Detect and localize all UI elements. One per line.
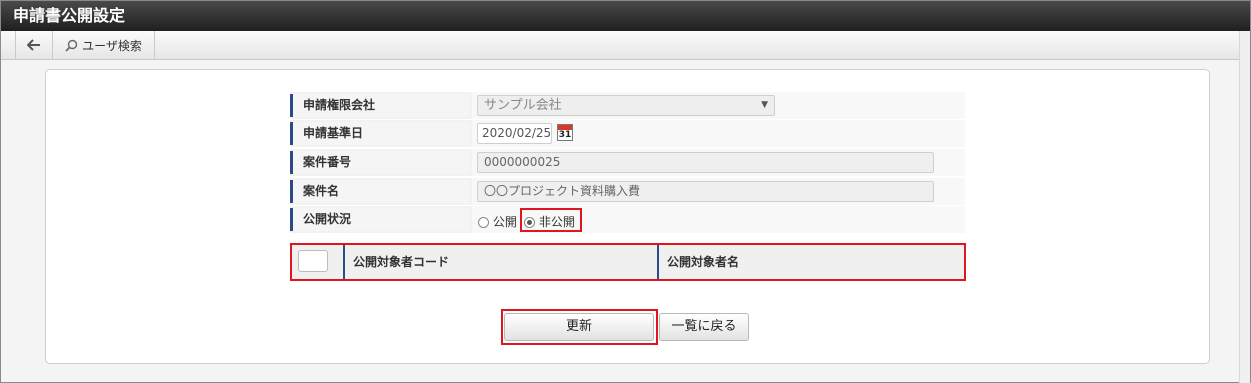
base-date-label: 申請基準日 [290,122,469,145]
vertical-scrollbar[interactable] [1239,31,1250,383]
row-visibility: 公開状況 公開 非公開 [290,206,965,233]
case-number-value-cell: 0000000025 [472,149,965,176]
base-date-input[interactable]: 2020/02/25 [477,123,552,144]
search-icon [65,39,78,52]
visibility-label: 公開状況 [290,208,469,231]
company-label: 申請権限会社 [290,94,469,117]
arrow-left-icon [27,39,40,51]
back-button[interactable] [16,31,53,59]
row-case-name: 案件名 〇〇プロジェクト資料購入費 [290,178,965,205]
case-number-label: 案件番号 [290,151,469,174]
company-value-cell: サンプル会社 ▼ [472,92,965,119]
company-select[interactable]: サンプル会社 ▼ [477,95,775,116]
case-name-value-cell: 〇〇プロジェクト資料購入費 [472,178,965,205]
row-case-number: 案件番号 0000000025 [290,149,965,176]
calendar-icon[interactable]: 31 [557,124,573,141]
radio-public-label: 公開 [492,215,517,229]
case-name-field: 〇〇プロジェクト資料購入費 [477,181,934,202]
toolbar: ユーザ検索 [1,31,1250,60]
case-number-field: 0000000025 [477,152,934,173]
window-frame: 申請書公開設定 ユーザ検索 申請権限会社 サンプル会社 ▼ 申請基準日 2020… [0,0,1251,383]
row-base-date: 申請基準日 2020/02/25 31 [290,120,965,147]
window-title: 申請書公開設定 [1,1,1250,31]
user-search-label: ユーザ検索 [82,38,142,53]
radio-public-circle[interactable] [478,217,489,228]
row-company: 申請権限会社 サンプル会社 ▼ [290,92,965,119]
highlight-private-radio [520,208,582,232]
dropdown-arrow-icon: ▼ [761,100,768,110]
user-search-button[interactable]: ユーザ検索 [53,31,155,59]
radio-public[interactable]: 公開 [478,213,517,230]
base-date-value-cell: 2020/02/25 31 [472,120,965,147]
calendar-icon-day: 31 [558,130,572,140]
case-name-label: 案件名 [290,180,469,203]
toolbar-spacer [1,31,16,59]
company-select-value: サンプル会社 [484,98,562,113]
highlight-target-table [290,243,966,281]
highlight-update-button [501,309,658,345]
back-to-list-button[interactable]: 一覧に戻る [659,313,749,341]
